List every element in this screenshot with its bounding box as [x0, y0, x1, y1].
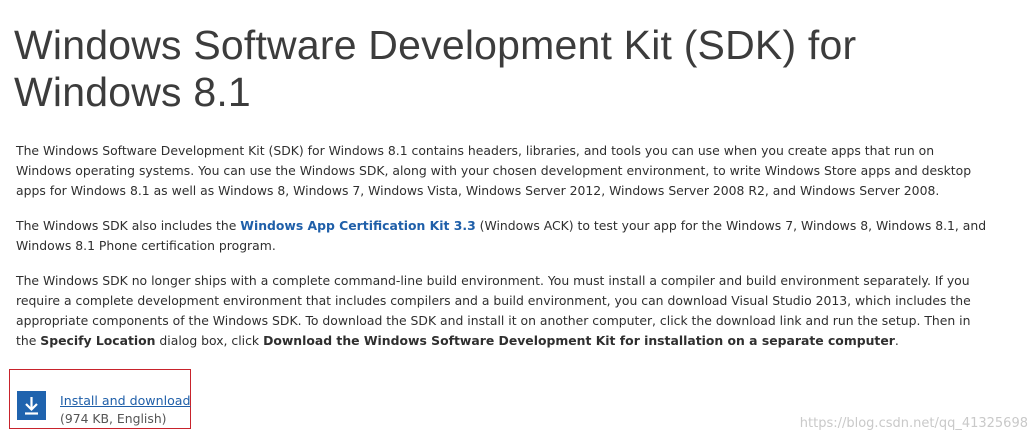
download-size-language: (974 KB, English): [60, 411, 167, 426]
download-sdk-option-text: Download the Windows Software Developmen…: [263, 333, 895, 348]
description-text: The Windows Software Development Kit (SD…: [16, 143, 972, 198]
watermark-text: https://blog.csdn.net/qq_41325698: [799, 416, 1028, 431]
install-and-download-link[interactable]: Install and download: [60, 392, 191, 409]
build-environment-paragraph: The Windows SDK no longer ships with a c…: [16, 271, 988, 351]
app-certification-kit-link[interactable]: Windows App Certification Kit 3.3: [240, 218, 475, 233]
certification-paragraph: The Windows SDK also includes the Window…: [16, 216, 988, 256]
build-text-2: dialog box, click: [155, 333, 264, 348]
description-paragraph: The Windows Software Development Kit (SD…: [16, 141, 988, 201]
certification-text-before: The Windows SDK also includes the: [16, 218, 241, 233]
page: Windows Software Development Kit (SDK) f…: [0, 0, 1036, 442]
download-highlight-box: Install and download (974 KB, English): [9, 369, 191, 429]
specify-location-text: Specify Location: [40, 333, 156, 348]
page-title: Windows Software Development Kit (SDK) f…: [14, 22, 857, 115]
build-text-3: .: [894, 333, 899, 348]
download-icon[interactable]: [17, 391, 46, 420]
